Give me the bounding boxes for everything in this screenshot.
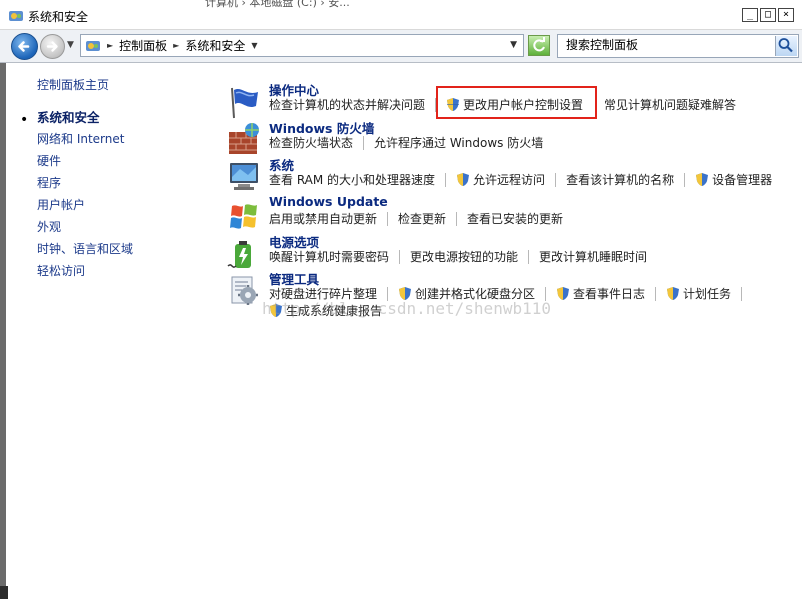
divider <box>387 211 389 226</box>
link-sleep-time[interactable]: 更改计算机睡眠时间 <box>539 248 647 265</box>
divider <box>545 286 547 301</box>
uac-shield-icon <box>457 173 470 186</box>
breadcrumb-separator[interactable]: ▼ <box>251 41 257 50</box>
divider <box>555 172 557 187</box>
firewall-links: 检查防火墙状态 允许程序通过 Windows 防火墙 <box>269 134 543 151</box>
link-defragment[interactable]: 对硬盘进行碎片整理 <box>269 285 377 302</box>
link-power-button[interactable]: 更改电源按钮的功能 <box>410 248 518 265</box>
forward-button[interactable] <box>40 34 65 59</box>
computer-icon <box>230 163 258 190</box>
divider <box>655 286 657 301</box>
nav-control-panel-home[interactable]: 控制面板主页 <box>37 76 109 93</box>
divider <box>363 135 365 150</box>
link-health-report[interactable]: 生成系统健康报告 <box>269 302 382 319</box>
window-title: 系统和安全 <box>28 10 89 24</box>
admin-tools-icon <box>231 276 258 305</box>
link-view-ram[interactable]: 查看 RAM 的大小和处理器速度 <box>269 171 435 188</box>
uac-shield-icon <box>557 287 570 300</box>
divider <box>456 211 458 226</box>
title-bar: 计算机 › 本地磁盘 (C:) › 安... 系统和安全 _ □ × <box>0 0 802 30</box>
address-bar: ▼ ► 控制面板 ► 系统和安全 ▼ ▼ <box>0 30 802 63</box>
divider <box>399 249 401 264</box>
windows-update-links: 启用或禁用自动更新 检查更新 查看已安装的更新 <box>269 210 563 227</box>
nav-ease-of-access[interactable]: 轻松访问 <box>37 262 85 279</box>
nav-programs[interactable]: 程序 <box>37 174 61 191</box>
control-panel-icon <box>86 40 100 51</box>
maximize-button[interactable]: □ <box>760 8 776 22</box>
link-check-status[interactable]: 检查计算机的状态并解决问题 <box>269 96 425 113</box>
battery-plug-icon <box>227 241 251 268</box>
nav-system-security[interactable]: 系统和安全 <box>37 107 100 126</box>
link-allow-program[interactable]: 允许程序通过 Windows 防火墙 <box>374 134 543 151</box>
windows-update-title[interactable]: Windows Update <box>269 194 388 209</box>
link-create-partition-label[interactable]: 创建并格式化硬盘分区 <box>415 285 535 302</box>
address-history-dropdown[interactable]: ▼ <box>510 40 517 50</box>
divider <box>741 286 743 301</box>
link-health-report-label[interactable]: 生成系统健康报告 <box>286 302 382 319</box>
uac-shield-icon <box>270 304 282 317</box>
system-links: 查看 RAM 的大小和处理器速度 允许远程访问 查看该计算机的名称 设备管理器 <box>269 171 772 188</box>
minimize-button[interactable]: _ <box>742 8 758 22</box>
divider <box>387 286 389 301</box>
link-installed-updates[interactable]: 查看已安装的更新 <box>467 210 563 227</box>
uac-shield-icon <box>696 173 709 186</box>
arrow-left-icon <box>18 41 30 52</box>
breadcrumb-control-panel[interactable]: 控制面板 <box>119 37 167 54</box>
link-auto-update[interactable]: 启用或禁用自动更新 <box>269 210 377 227</box>
window-corner <box>0 586 8 599</box>
link-computer-name[interactable]: 查看该计算机的名称 <box>566 171 674 188</box>
arrow-right-icon <box>46 41 58 52</box>
uac-shield-icon <box>667 287 680 300</box>
nav-appearance[interactable]: 外观 <box>37 218 61 235</box>
refresh-button[interactable] <box>528 35 550 56</box>
flag-icon <box>231 87 258 119</box>
window-controls: _ □ × <box>742 8 794 22</box>
link-device-manager-label[interactable]: 设备管理器 <box>712 171 772 188</box>
nav-hardware[interactable]: 硬件 <box>37 152 61 169</box>
divider <box>528 249 530 264</box>
breadcrumb-separator[interactable]: ► <box>173 41 179 50</box>
power-options-links: 唤醒计算机时需要密码 更改电源按钮的功能 更改计算机睡眠时间 <box>269 248 647 265</box>
search-input[interactable] <box>566 38 766 52</box>
search-button[interactable] <box>775 36 797 56</box>
breadcrumb[interactable]: ► 控制面板 ► 系统和安全 ▼ ▼ <box>80 34 524 57</box>
background-window-text: 计算机 › 本地磁盘 (C:) › 安... <box>205 0 350 9</box>
breadcrumb-separator[interactable]: ► <box>107 41 113 50</box>
divider <box>445 172 447 187</box>
admin-tools-links-row2: 生成系统健康报告 <box>269 302 382 319</box>
link-device-manager[interactable]: 设备管理器 <box>695 171 772 188</box>
link-check-updates[interactable]: 检查更新 <box>398 210 446 227</box>
close-button[interactable]: × <box>778 8 794 22</box>
windows-update-icon <box>230 204 257 229</box>
link-troubleshoot[interactable]: 常见计算机问题疑难解答 <box>604 96 736 113</box>
link-schedule-tasks-label[interactable]: 计划任务 <box>683 285 731 302</box>
window-left-border <box>0 63 6 599</box>
link-wake-password[interactable]: 唤醒计算机时需要密码 <box>269 248 389 265</box>
uac-shield-icon <box>399 287 412 300</box>
back-button[interactable] <box>11 33 38 60</box>
search-icon <box>778 38 793 53</box>
nav-clock-language-region[interactable]: 时钟、语言和区域 <box>37 240 133 257</box>
link-firewall-status[interactable]: 检查防火墙状态 <box>269 134 353 151</box>
link-event-logs-label[interactable]: 查看事件日志 <box>573 285 645 302</box>
nav-user-accounts[interactable]: 用户帐户 <box>37 196 85 213</box>
divider <box>684 172 686 187</box>
control-panel-icon <box>9 11 23 21</box>
refresh-icon <box>533 37 545 52</box>
link-remote-access-label[interactable]: 允许远程访问 <box>473 171 545 188</box>
admin-tools-links: 对硬盘进行碎片整理 创建并格式化硬盘分区 查看事件日志 计划任务 <box>269 285 752 302</box>
breadcrumb-system-security[interactable]: 系统和安全 <box>185 37 245 54</box>
nav-network-internet[interactable]: 网络和 Internet <box>37 130 124 147</box>
left-navigation: 控制面板主页 • 系统和安全 网络和 Internet 硬件 程序 用户帐户 外… <box>0 64 210 599</box>
link-remote-access[interactable]: 允许远程访问 <box>456 171 545 188</box>
highlight-box <box>436 86 597 119</box>
search-box[interactable] <box>557 34 799 58</box>
recent-pages-dropdown[interactable]: ▼ <box>67 40 74 50</box>
link-event-logs[interactable]: 查看事件日志 <box>556 285 645 302</box>
current-bullet: • <box>20 112 29 128</box>
firewall-icon <box>229 123 259 154</box>
link-schedule-tasks[interactable]: 计划任务 <box>666 285 731 302</box>
link-create-partition[interactable]: 创建并格式化硬盘分区 <box>398 285 535 302</box>
